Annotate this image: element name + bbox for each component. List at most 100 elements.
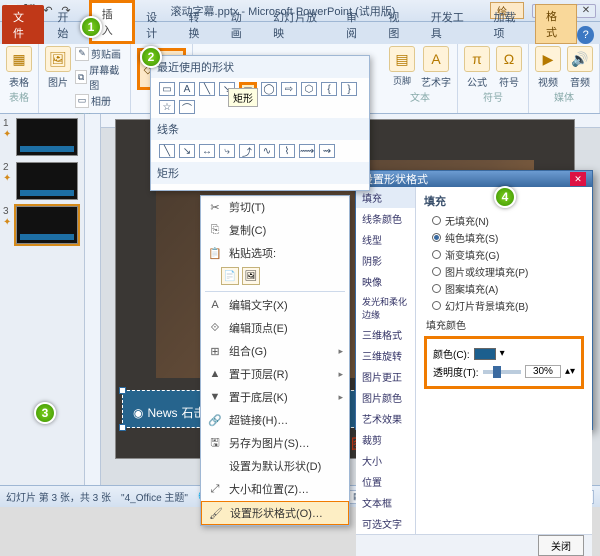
shape-item[interactable]: ╲ — [199, 82, 215, 96]
shape-item[interactable]: { — [321, 82, 337, 96]
video-icon[interactable]: ▶ — [535, 46, 561, 72]
ctx-bring-front[interactable]: ▲置于顶层(R)▸ — [201, 363, 349, 386]
tab-slideshow[interactable]: 幻灯片放映 — [262, 5, 335, 44]
radio-gradient-fill[interactable]: 渐变填充(G) — [432, 247, 584, 262]
wordart-icon[interactable]: A — [423, 46, 449, 72]
ctx-edit-points[interactable]: ⟐编辑顶点(E) — [201, 317, 349, 340]
format-shape-dialog[interactable]: 设置形状格式 ✕ 填充 线条颜色 线型 阴影 映像 发光和柔化边缘 三维格式 三… — [355, 170, 593, 430]
ribbon-table[interactable]: ▦ 表格 表格 — [0, 44, 39, 113]
cat-artistic[interactable]: 艺术效果 — [356, 408, 415, 429]
dialog-titlebar[interactable]: 设置形状格式 ✕ — [356, 171, 592, 187]
transparency-value[interactable]: 30% — [525, 365, 561, 378]
separator — [205, 291, 345, 292]
cat-reflection[interactable]: 映像 — [356, 271, 415, 292]
ctx-send-back[interactable]: ▼置于底层(K)▸ — [201, 386, 349, 409]
help-button[interactable]: ? — [577, 26, 594, 44]
shape-item[interactable]: ⌒ — [179, 100, 195, 114]
cat-shadow[interactable]: 阴影 — [356, 250, 415, 271]
cat-textbox[interactable]: 文本框 — [356, 492, 415, 513]
shape-item[interactable]: ∿ — [259, 144, 275, 158]
slide-thumbnails[interactable]: 1✦ 2✦ 3✦ — [0, 114, 85, 485]
shape-item[interactable]: ╲ — [159, 144, 175, 158]
shape-item[interactable]: A — [179, 82, 195, 96]
shape-item[interactable]: ▭ — [159, 82, 175, 96]
cat-pic-color[interactable]: 图片颜色 — [356, 387, 415, 408]
ctx-copy[interactable]: ⎘复制(C) — [201, 219, 349, 242]
thumbnail-1[interactable]: 1✦ — [3, 118, 81, 156]
shape-item[interactable]: ☆ — [159, 100, 175, 114]
context-menu[interactable]: ✂剪切(T) ⎘复制(C) 📋粘贴选项: 📄🖼 A编辑文字(X) ⟐编辑顶点(E… — [200, 195, 350, 526]
cat-3d-rotation[interactable]: 三维旋转 — [356, 345, 415, 366]
thumb-image — [16, 118, 78, 156]
tab-animation[interactable]: 动画 — [220, 5, 262, 44]
tab-addin[interactable]: 加载项 — [482, 5, 535, 44]
close-button[interactable]: 关闭 — [538, 535, 584, 556]
paste-opt-2[interactable]: 🖼 — [242, 267, 260, 285]
cat-crop[interactable]: 裁剪 — [356, 429, 415, 450]
dialog-close-button[interactable]: ✕ — [570, 172, 586, 186]
radio-picture-fill[interactable]: 图片或纹理填充(P) — [432, 264, 584, 279]
picture-icon[interactable]: 🖼 — [45, 46, 71, 72]
header-footer-icon[interactable]: ▤ — [389, 46, 415, 72]
radio-no-fill[interactable]: 无填充(N) — [432, 213, 584, 228]
shape-item[interactable]: ↘ — [179, 144, 195, 158]
resize-handle[interactable] — [119, 387, 126, 394]
tab-file[interactable]: 文件 — [2, 5, 44, 44]
audio-icon[interactable]: 🔊 — [567, 46, 593, 72]
shapes-gallery[interactable]: 最近使用的形状 ▭ A ╲ ↘ ▭ ◯ ⇨ ⬡ { } ☆ ⌒ 线条 ╲↘↔⤷⤴… — [150, 55, 370, 191]
shape-item[interactable]: ⤷ — [219, 144, 235, 158]
ctx-hyperlink[interactable]: 🔗超链接(H)… — [201, 409, 349, 432]
cat-3d-format[interactable]: 三维格式 — [356, 324, 415, 345]
thumbnail-3[interactable]: 3✦ — [3, 206, 81, 244]
album-button[interactable]: ▭相册 — [75, 93, 124, 108]
dialog-categories[interactable]: 填充 线条颜色 线型 阴影 映像 发光和柔化边缘 三维格式 三维旋转 图片更正 … — [356, 187, 416, 534]
shape-item[interactable]: ⤴ — [239, 144, 255, 158]
cat-line-style[interactable]: 线型 — [356, 229, 415, 250]
color-swatch[interactable] — [474, 348, 496, 360]
radio-solid-fill[interactable]: 纯色填充(S) — [432, 230, 584, 245]
spinner-icon[interactable]: ▴▾ — [565, 366, 575, 377]
radio-pattern-fill[interactable]: 图案填充(A) — [432, 281, 584, 296]
symbol-icon[interactable]: Ω — [496, 46, 522, 72]
cat-position[interactable]: 位置 — [356, 471, 415, 492]
cat-alt-text[interactable]: 可选文字 — [356, 513, 415, 534]
cat-line-color[interactable]: 线条颜色 — [356, 208, 415, 229]
ctx-set-default[interactable]: 设置为默认形状(D) — [201, 455, 349, 478]
ctx-cut[interactable]: ✂剪切(T) — [201, 196, 349, 219]
resize-handle[interactable] — [119, 424, 126, 431]
shape-item[interactable]: ⇝ — [319, 144, 335, 158]
color-dropdown-icon[interactable]: ▾ — [500, 348, 505, 359]
tab-format[interactable]: 格式 — [535, 4, 577, 44]
ctx-format-shape[interactable]: 🖌设置形状格式(O)… — [201, 501, 349, 525]
ctx-edit-text[interactable]: A编辑文字(X) — [201, 294, 349, 317]
shape-item[interactable]: ↔ — [199, 144, 215, 158]
tab-design[interactable]: 设计 — [135, 5, 177, 44]
transparency-slider[interactable] — [483, 370, 521, 374]
screenshot-button[interactable]: ⧉屏幕截图 — [75, 62, 124, 92]
shape-item[interactable]: ⌇ — [279, 144, 295, 158]
clipart-button[interactable]: ✎剪贴画 — [75, 46, 124, 61]
shape-item[interactable]: ◯ — [261, 82, 277, 96]
radio-slidebg-fill[interactable]: 幻灯片背景填充(B) — [432, 298, 584, 313]
paste-opt-1[interactable]: 📄 — [221, 267, 239, 285]
shape-item[interactable]: ⬡ — [301, 82, 317, 96]
shape-item[interactable]: } — [341, 82, 357, 96]
tab-dev[interactable]: 开发工具 — [420, 5, 483, 44]
shape-item[interactable]: ⟿ — [299, 144, 315, 158]
close-button[interactable]: ✕ — [576, 4, 596, 18]
shape-item[interactable]: ⇨ — [281, 82, 297, 96]
tab-view[interactable]: 视图 — [377, 5, 419, 44]
cat-pic-correct[interactable]: 图片更正 — [356, 366, 415, 387]
cat-size[interactable]: 大小 — [356, 450, 415, 471]
cat-glow[interactable]: 发光和柔化边缘 — [356, 292, 415, 324]
equation-icon[interactable]: π — [464, 46, 490, 72]
ctx-group[interactable]: ⊞组合(G)▸ — [201, 340, 349, 363]
slider-thumb[interactable] — [493, 366, 501, 378]
tab-transition[interactable]: 转换 — [177, 5, 219, 44]
color-label: 颜色(C): — [433, 346, 470, 361]
ctx-size-pos[interactable]: ⤢大小和位置(Z)… — [201, 478, 349, 501]
ctx-save-pic[interactable]: 🖫另存为图片(S)… — [201, 432, 349, 455]
shapes-recent-header: 最近使用的形状 — [151, 56, 369, 78]
thumbnail-2[interactable]: 2✦ — [3, 162, 81, 200]
tab-review[interactable]: 审阅 — [335, 5, 377, 44]
